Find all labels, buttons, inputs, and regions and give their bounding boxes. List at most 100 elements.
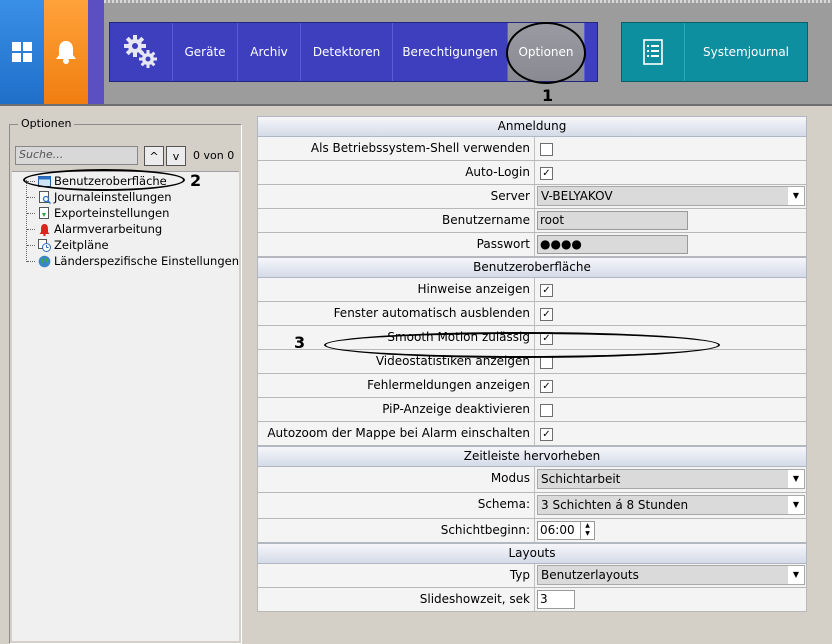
annotation-oval-options xyxy=(506,22,586,84)
setting-row: Server V-BELYAKOV ▼ xyxy=(257,185,807,209)
accent-tile xyxy=(88,0,104,104)
export-icon xyxy=(38,206,51,220)
bell-icon xyxy=(56,41,76,64)
section-header-timeline: Zeitleiste hervorheben xyxy=(257,446,807,467)
slideshow-time-field[interactable]: 3 xyxy=(537,590,575,609)
chevron-down-icon[interactable]: ▼ xyxy=(788,496,804,514)
layout-type-select[interactable]: Benutzerlayouts ▼ xyxy=(537,565,805,585)
setting-row: Auto-Login ✓ xyxy=(257,161,807,185)
schedule-clock-icon xyxy=(38,238,51,252)
chevron-down-icon[interactable]: ▼ xyxy=(788,470,804,488)
search-input[interactable]: Suche... xyxy=(15,146,138,165)
nav-detectors[interactable]: Detektoren xyxy=(301,23,393,81)
errors-checkbox[interactable]: ✓ xyxy=(540,380,553,393)
setting-row: PiP-Anzeige deaktivieren xyxy=(257,398,807,422)
gears-icon xyxy=(124,35,157,68)
setting-label: Typ xyxy=(258,564,535,587)
tree-item-journal[interactable]: Journaleinstellungen xyxy=(38,189,172,205)
tree-item-label: Alarmverarbeitung xyxy=(54,222,163,236)
annotation-number-2: 2 xyxy=(190,171,202,190)
journal-icon xyxy=(643,39,663,65)
schema-select-value: 3 Schichten á 8 Stunden xyxy=(541,498,689,512)
tree-item-export[interactable]: Exporteinstellungen xyxy=(38,205,169,221)
alarm-icon xyxy=(38,223,51,236)
setting-row: Schichtbeginn: 06:00 ▲ ▼ xyxy=(257,519,807,543)
settings-gear-button[interactable] xyxy=(110,23,173,81)
setting-label: Fehlermeldungen anzeigen xyxy=(258,374,535,397)
chevron-down-icon[interactable]: ▼ xyxy=(788,566,804,584)
server-select[interactable]: V-BELYAKOV ▼ xyxy=(537,186,805,206)
mode-select[interactable]: Schichtarbeit ▼ xyxy=(537,469,805,489)
nav-archive[interactable]: Archiv xyxy=(238,23,301,81)
tree-item-schedules[interactable]: Zeitpläne xyxy=(38,237,109,253)
autohide-checkbox[interactable]: ✓ xyxy=(540,308,553,321)
hints-checkbox[interactable]: ✓ xyxy=(540,284,553,297)
setting-row: Slideshowzeit, sek 3 xyxy=(257,588,807,612)
shell-checkbox[interactable] xyxy=(540,143,553,156)
shift-start-value: 06:00 xyxy=(540,523,575,537)
windows-tile[interactable] xyxy=(0,0,44,104)
setting-label: Als Betriebssystem-Shell verwenden xyxy=(258,137,535,160)
username-field[interactable]: root xyxy=(537,211,688,230)
nav-system-journal[interactable]: Systemjournal xyxy=(685,23,807,81)
setting-label: Fenster automatisch ausblenden xyxy=(258,302,535,325)
section-header-ui: Benutzeroberfläche xyxy=(257,257,807,278)
password-field[interactable]: ●●●● xyxy=(537,235,688,254)
spinner-arrows-icon[interactable]: ▲ ▼ xyxy=(580,522,594,539)
top-bar: Geräte Archiv Detektoren Berechtigungen … xyxy=(0,0,832,106)
setting-label: Modus xyxy=(258,467,535,492)
tree-connector xyxy=(27,229,35,230)
tree-item-alarm[interactable]: Alarmverarbeitung xyxy=(38,221,162,237)
nav-permissions[interactable]: Berechtigungen xyxy=(393,23,508,81)
tree-item-label: Zeitpläne xyxy=(54,238,109,252)
journal-search-icon xyxy=(38,190,52,204)
section-header-login: Anmeldung xyxy=(257,116,807,137)
tree-connector xyxy=(27,213,35,214)
top-strip xyxy=(0,0,832,3)
setting-label: Passwort xyxy=(258,233,535,256)
setting-row: Autozoom der Mappe bei Alarm einschalten… xyxy=(257,422,807,446)
setting-row: Als Betriebssystem-Shell verwenden xyxy=(257,137,807,161)
autologin-checkbox[interactable]: ✓ xyxy=(540,167,553,180)
notifications-tile[interactable] xyxy=(44,0,88,104)
journal-nav: Systemjournal xyxy=(621,22,808,82)
globe-icon xyxy=(38,255,51,268)
setting-row: Schema: 3 Schichten á 8 Stunden ▼ xyxy=(257,493,807,519)
tree-item-label: Exporteinstellungen xyxy=(54,206,170,220)
tree-connector xyxy=(27,197,35,198)
annotation-number-1: 1 xyxy=(542,86,554,105)
setting-row: Hinweise anzeigen ✓ xyxy=(257,278,807,302)
options-tree: Benutzeroberfläche Journaleinstellungen … xyxy=(12,171,239,641)
setting-label: Slideshowzeit, sek xyxy=(258,588,535,611)
chevron-down-icon[interactable]: ▼ xyxy=(788,187,804,205)
setting-label: Auto-Login xyxy=(258,161,535,184)
tree-item-regional[interactable]: Länderspezifische Einstellungen xyxy=(38,253,239,269)
setting-row: Benutzername root xyxy=(257,209,807,233)
setting-label: Server xyxy=(258,185,535,208)
setting-label: PiP-Anzeige deaktivieren xyxy=(258,398,535,421)
search-up-button[interactable]: ^ xyxy=(144,146,164,166)
options-panel-title: Optionen xyxy=(18,117,75,130)
server-select-value: V-BELYAKOV xyxy=(541,189,613,203)
annotation-number-3: 3 xyxy=(294,333,306,352)
shift-start-spinner[interactable]: 06:00 ▲ ▼ xyxy=(537,521,595,540)
annotation-oval-ui-item xyxy=(23,169,185,191)
tree-connector xyxy=(26,180,27,262)
setting-row: Typ Benutzerlayouts ▼ xyxy=(257,564,807,588)
annotation-oval-smooth-motion xyxy=(324,332,720,358)
search-down-button[interactable]: v xyxy=(166,146,186,166)
setting-label: Benutzername xyxy=(258,209,535,232)
journal-button[interactable] xyxy=(622,23,685,81)
pip-checkbox[interactable] xyxy=(540,404,553,417)
autozoom-checkbox[interactable]: ✓ xyxy=(540,428,553,441)
videostats-checkbox[interactable] xyxy=(540,356,553,369)
options-panel: Optionen Suche... ^ v 0 von 0 Benutzerob… xyxy=(9,117,242,644)
setting-row: Passwort ●●●● xyxy=(257,233,807,257)
setting-row: Fehlermeldungen anzeigen ✓ xyxy=(257,374,807,398)
section-header-layouts: Layouts xyxy=(257,543,807,564)
tree-connector xyxy=(27,245,35,246)
schema-select[interactable]: 3 Schichten á 8 Stunden ▼ xyxy=(537,495,805,515)
setting-label: Hinweise anzeigen xyxy=(258,278,535,301)
nav-devices[interactable]: Geräte xyxy=(173,23,238,81)
search-result-count: 0 von 0 xyxy=(193,149,235,162)
